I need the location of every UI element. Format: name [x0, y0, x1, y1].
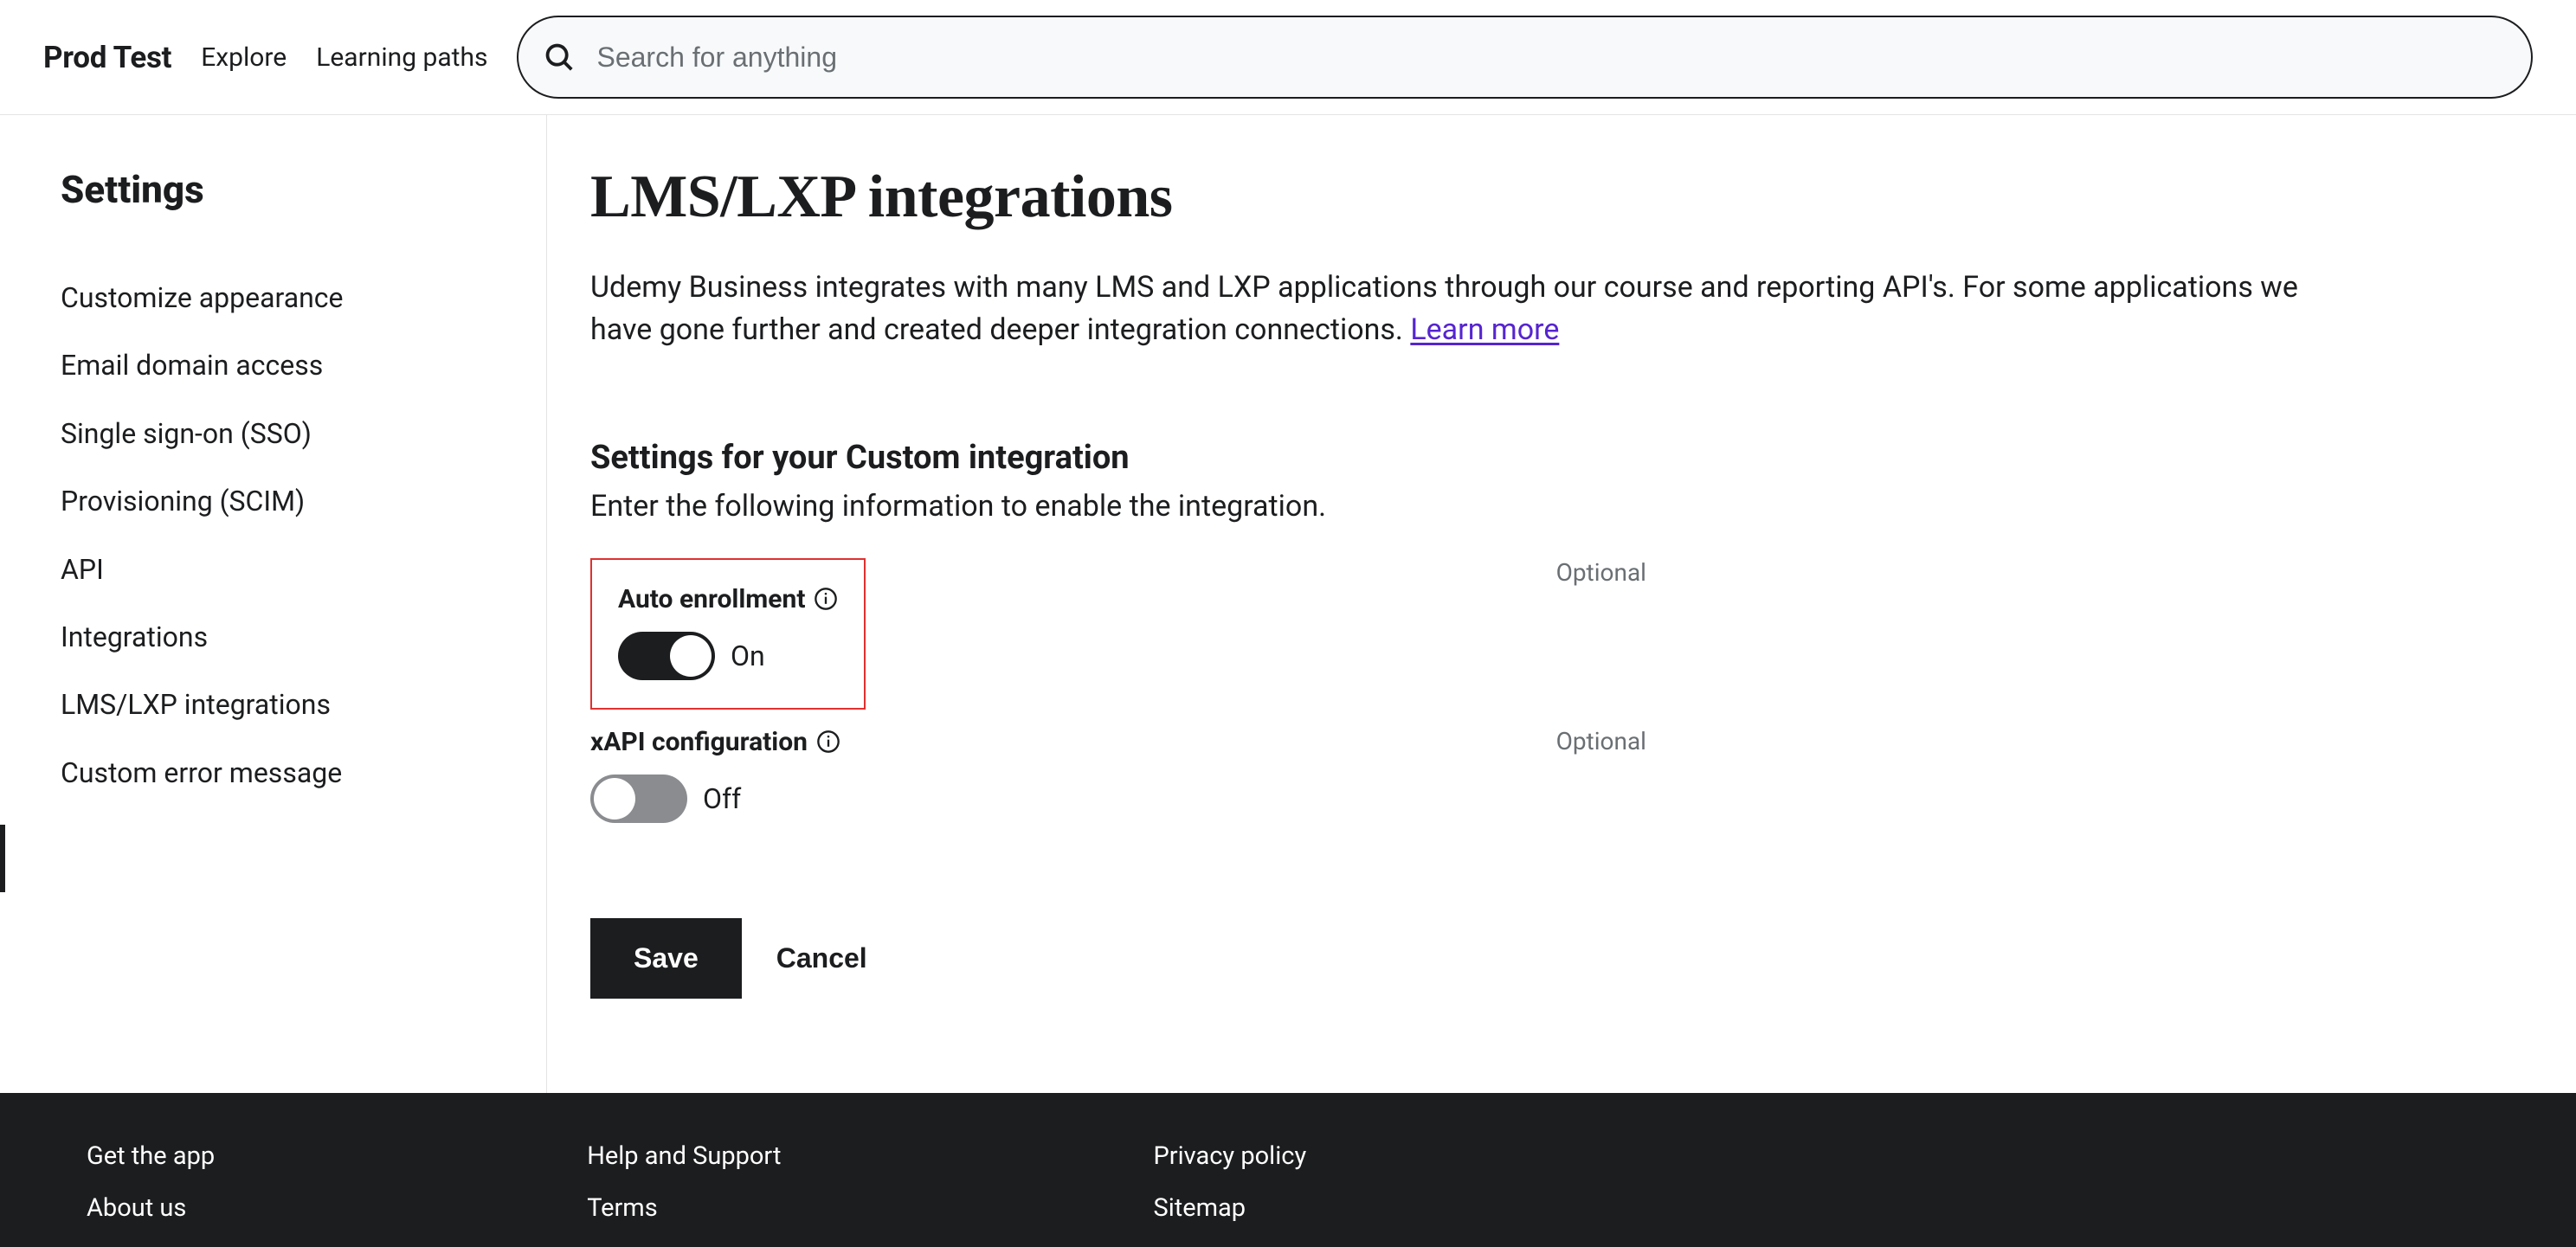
page-title: LMS/LXP integrations	[590, 163, 2489, 232]
sidebar-item-email-domain-access[interactable]: Email domain access	[61, 331, 486, 399]
auto-enrollment-toggle[interactable]	[618, 632, 715, 680]
brand-name[interactable]: Prod Test	[43, 40, 171, 75]
sidebar-item-lms-lxp-integrations[interactable]: LMS/LXP integrations	[61, 671, 486, 738]
body: Settings Customize appearance Email doma…	[0, 115, 2576, 1093]
form-actions: Save Cancel	[590, 918, 2489, 999]
footer-get-the-app[interactable]: Get the app	[87, 1141, 215, 1171]
xapi-label-line: xAPI configuration	[590, 727, 840, 757]
xapi-toggle[interactable]	[590, 775, 687, 823]
xapi-optional: Optional	[1556, 727, 1646, 755]
footer-sitemap[interactable]: Sitemap	[1153, 1193, 1306, 1223]
xapi-toggle-line: Off	[590, 775, 840, 823]
search-bar[interactable]	[517, 16, 2533, 99]
cancel-button[interactable]: Cancel	[776, 942, 867, 974]
nav-explore[interactable]: Explore	[201, 42, 287, 73]
toggle-knob	[594, 778, 635, 820]
footer-col-3: Privacy policy Sitemap	[1153, 1141, 1306, 1223]
nav-learning-paths[interactable]: Learning paths	[316, 42, 487, 73]
footer: Get the app About us Help and Support Te…	[0, 1093, 2576, 1247]
xapi-row: xAPI configuration Off Optional	[590, 727, 1646, 823]
footer-col-1: Get the app About us	[87, 1141, 215, 1223]
info-icon[interactable]	[816, 730, 840, 754]
auto-enrollment-optional: Optional	[1556, 558, 1646, 587]
sidebar-item-custom-error-message[interactable]: Custom error message	[61, 739, 486, 807]
sidebar-item-integrations[interactable]: Integrations	[61, 603, 486, 671]
footer-about-us[interactable]: About us	[87, 1193, 215, 1223]
sidebar-item-customize-appearance[interactable]: Customize appearance	[61, 264, 486, 331]
intro-paragraph: Udemy Business integrates with many LMS …	[590, 267, 2322, 352]
footer-help-and-support[interactable]: Help and Support	[587, 1141, 781, 1171]
save-button[interactable]: Save	[590, 918, 742, 999]
active-indicator	[0, 825, 5, 892]
auto-enrollment-label-line: Auto enrollment	[618, 584, 838, 614]
auto-enrollment-highlight: Auto enrollment On	[590, 558, 866, 710]
xapi-label: xAPI configuration	[590, 727, 808, 757]
header: Prod Test Explore Learning paths	[0, 0, 2576, 115]
search-icon	[543, 41, 576, 74]
sidebar-title: Settings	[61, 167, 486, 212]
sidebar-item-provisioning-scim[interactable]: Provisioning (SCIM)	[61, 467, 486, 535]
auto-enrollment-row: Auto enrollment On Optional	[590, 558, 1646, 727]
footer-privacy-policy[interactable]: Privacy policy	[1153, 1141, 1306, 1171]
settings-sidebar: Settings Customize appearance Email doma…	[0, 115, 547, 1093]
toggle-knob	[670, 635, 712, 677]
footer-terms[interactable]: Terms	[587, 1193, 781, 1223]
search-input[interactable]	[576, 42, 2507, 74]
info-icon[interactable]	[814, 587, 838, 611]
sidebar-item-api[interactable]: API	[61, 536, 486, 603]
main-content: LMS/LXP integrations Udemy Business inte…	[547, 115, 2576, 1093]
auto-enrollment-label: Auto enrollment	[618, 584, 805, 614]
section-subtext: Enter the following information to enabl…	[590, 489, 2489, 524]
top-nav: Explore Learning paths	[201, 42, 487, 73]
section-heading: Settings for your Custom integration	[590, 439, 2489, 477]
sidebar-item-single-sign-on[interactable]: Single sign-on (SSO)	[61, 400, 486, 467]
footer-col-2: Help and Support Terms	[587, 1141, 781, 1223]
auto-enrollment-toggle-line: On	[618, 632, 838, 680]
auto-enrollment-state: On	[731, 640, 765, 672]
xapi-state: Off	[703, 782, 741, 815]
learn-more-link[interactable]: Learn more	[1410, 312, 1559, 347]
